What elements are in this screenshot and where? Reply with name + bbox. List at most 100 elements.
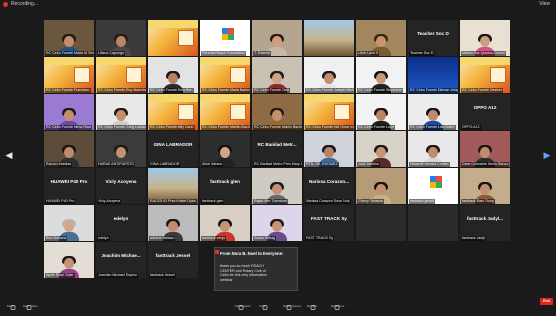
participant-tile[interactable]: RC Cebu Fuente Desiree	[460, 57, 510, 93]
participant-tile[interactable]: adeline Ballazo	[148, 205, 198, 241]
participant-tile[interactable]: RC Cebu Fuente Greg Lumanta	[96, 94, 146, 130]
participant-tile[interactable]	[148, 20, 198, 56]
participant-tile[interactable]: Hacardh Kendra Conlon	[408, 131, 458, 167]
poster-image	[230, 104, 246, 120]
participant-tile[interactable]: RTN. GIL RHOMEZ	[304, 131, 354, 167]
participant-tile[interactable]: RACES ID Pres Kristel Dyza	[148, 168, 198, 204]
participant-tile[interactable]: RC Cebu Fuente Nima Ricci	[44, 94, 94, 130]
view-button[interactable]: View	[539, 0, 550, 9]
face-shape	[64, 110, 74, 121]
participant-tile[interactable]: RC Cebu Fuente Tara	[252, 57, 302, 93]
poster-banner	[148, 20, 198, 28]
participant-tile[interactable]: RC Cebu Fuente Nol Omar Ing	[304, 94, 354, 130]
face-shape	[272, 221, 282, 232]
participant-tile[interactable]	[408, 205, 458, 241]
participant-name-label: edelyn	[97, 236, 110, 241]
participant-tile[interactable]: Aline Varano	[200, 131, 250, 167]
logo-icon	[436, 182, 442, 188]
participant-name-label: RC Cebu Fuente Francisco	[45, 88, 91, 93]
chat-message-popup[interactable]: From Nora B. Noel to Everyone: thank you…	[214, 247, 298, 291]
participant-name-label: Juvit Jestimo	[357, 162, 380, 167]
participant-tile[interactable]: RC Cebu Fuente Maria M Teresa	[44, 20, 94, 56]
participant-tile[interactable]: RC Cebu Fuente Francisco	[44, 57, 94, 93]
participant-tile[interactable]: fasttrack jahadi	[408, 168, 458, 204]
face-shape	[428, 147, 438, 158]
participant-display-name: Teacher Soc D	[417, 31, 449, 36]
participant-tile[interactable]: Vicly Acoyena Vicly Acoyena	[96, 168, 146, 204]
control-label: Share Screen	[283, 304, 302, 308]
participant-tile[interactable]: Liliana Capongo	[96, 20, 146, 56]
participant-tile[interactable]: Teacher Soc D Teacher Soc D	[408, 20, 458, 56]
participant-tile[interactable]: RC Banilad Metr... RC Banilad Metro Pres …	[252, 131, 302, 167]
face-shape	[64, 36, 74, 47]
next-page-chevron-right-icon[interactable]: ▶	[543, 150, 551, 160]
face-shape	[168, 221, 178, 232]
face-shape	[324, 147, 334, 158]
participant-tile[interactable]: Rajah Mer Tiomshan	[252, 168, 302, 204]
record-indicator-icon	[3, 2, 8, 7]
participant-tile[interactable]: Juvit Jestimo	[356, 131, 406, 167]
control-label: Mute	[7, 304, 14, 308]
participant-tile[interactable]: Marian Inis Quintos-Demol	[460, 20, 510, 56]
participant-name-label: FAST TRACK Sy	[305, 236, 335, 241]
participant-tile[interactable]: Cherry Tebacon	[356, 168, 406, 204]
participant-tile[interactable]: RC Cebu Fuente Lisa Maire	[408, 94, 458, 130]
participant-tile[interactable]: RC Cebu Fuente Ditman Jelay	[408, 57, 458, 93]
participant-tile[interactable]: fasttrack glen fasttrack glen	[200, 168, 250, 204]
participant-name-label: RC Cebu Fuente Atty Carlo	[149, 125, 195, 130]
participant-name-label: RC Cebu Fuente Desiree	[461, 88, 504, 93]
participant-display-name: fasttrack Jadyl...	[466, 216, 503, 221]
participant-tile[interactable]: HUAWEI P40 Pro HUAWEI P40 Pro	[44, 168, 94, 204]
participant-tile[interactable]	[304, 20, 354, 56]
participant-tile[interactable]: RC Cebu Fuente Joseph Michael	[304, 57, 354, 93]
participant-tile[interactable]: RC Cebu Fuente Ems Ben	[148, 57, 198, 93]
participant-tile[interactable]: GINA LABRADOR GINA LABRADOR	[148, 131, 198, 167]
previous-page-chevron-left-icon[interactable]: ◀	[5, 150, 13, 160]
participant-name-label: RC Cebu Fuente Marilin Bacha	[201, 125, 250, 130]
participant-name-label: Joachim Michael Espino	[97, 273, 138, 278]
poster-image	[74, 67, 90, 83]
participant-tile[interactable]: HARAE ANTIPUESTO	[96, 131, 146, 167]
end-meeting-button[interactable]: End	[540, 298, 553, 305]
participant-tile[interactable]: Joachim Michae... Joachim Michael Espino	[96, 242, 146, 278]
participant-name-label: GINA LABRADOR	[149, 162, 181, 167]
participant-tile[interactable]: Parents Reach Foundation	[200, 20, 250, 56]
participant-tile[interactable]: Ramon Mabilad	[44, 131, 94, 167]
participant-tile[interactable]: Narissa Corazon... Narissa Corazon Soon N…	[304, 168, 354, 204]
participant-name-label: adeline Ballazo	[149, 236, 176, 241]
participant-tile[interactable]: RC Cebu Fuente Marlin Bacha	[252, 94, 302, 130]
participant-tile[interactable]: FAST TRACK Sy FAST TRACK Sy	[304, 205, 354, 241]
participant-tile[interactable]: edelyn edelyn	[96, 205, 146, 241]
participant-tile[interactable]: Susan Bilbag	[252, 205, 302, 241]
participant-tile[interactable]: RC Cebu Fuente Stephanie	[356, 57, 406, 93]
participant-name-label: fasttrack venjo	[201, 236, 227, 241]
participant-tile[interactable]: RC Cebu Fuente Atty Carlo	[148, 94, 198, 130]
participant-name-label: Narissa Corazon Soon Nuk	[305, 199, 351, 204]
participant-tile[interactable]: T. Estrella	[252, 20, 302, 56]
participant-tile[interactable]: Ajelle Rose Soler	[44, 242, 94, 278]
participant-name-label: RC Cebu Fuente Joseph Michael	[305, 88, 354, 93]
participant-tile[interactable]: fasttrack Jessel fasttrack Jessel	[148, 242, 198, 278]
participant-name-label: Teacher Soc D	[409, 51, 435, 56]
participant-name-label: OPPO A12	[461, 125, 481, 130]
participant-name-label: RC Cebu Fuente Stephanie	[357, 88, 404, 93]
participant-display-name: FAST TRACK Sy	[311, 216, 347, 221]
participant-tile[interactable]: Libre Lucit S	[356, 20, 406, 56]
participant-display-name: edelyn	[113, 216, 129, 221]
participant-tile[interactable]: RC Cebu Fuente Lope	[356, 94, 406, 130]
face-shape	[116, 110, 126, 121]
participant-tile[interactable]: RC Cebu Fuente Roy Marimla	[96, 57, 146, 93]
participant-tile[interactable]: fasttrack Jadyl... fasttrack Jadyl	[460, 205, 510, 241]
participant-name-label: Ramon Mabilad	[45, 162, 73, 167]
participant-tile[interactable]	[356, 205, 406, 241]
participant-tile[interactable]: Bert Doroma	[44, 205, 94, 241]
participant-tile[interactable]: Dave Conzaine Jimeo Banzo	[460, 131, 510, 167]
participant-tile[interactable]: OPPO A12 OPPO A12	[460, 94, 510, 130]
participant-name-label: Susan Bilbag	[253, 236, 277, 241]
participant-tile[interactable]: fasttrack Rain Tiong	[460, 168, 510, 204]
participant-name-label: RC Cebu Fuente Roy Marimla	[97, 88, 146, 93]
participant-tile[interactable]: fasttrack venjo	[200, 205, 250, 241]
participant-name-label: RC Cebu Fuente Nima Ricci	[45, 125, 93, 130]
participant-tile[interactable]: RC Cebu Fuente Maria Barbosa	[200, 57, 250, 93]
participant-tile[interactable]: RC Cebu Fuente Marilin Bacha	[200, 94, 250, 130]
